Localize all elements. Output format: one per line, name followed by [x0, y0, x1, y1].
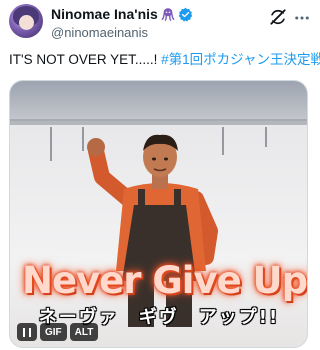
alt-text-button[interactable]: ALT [69, 323, 99, 341]
octopus-icon [161, 8, 175, 21]
tweet-header: Ninomae Ina'nis @ninomaeinanis [0, 0, 316, 46]
media-controls: GIF ALT [17, 323, 99, 341]
author-handle[interactable]: @ninomaeinanis [51, 25, 148, 40]
grok-icon[interactable] [268, 7, 288, 27]
avatar[interactable] [9, 4, 43, 38]
tweet-media-gif[interactable]: Never Give Up!! ネーヴァ ギヴ アップ!! GIF ALT [9, 80, 308, 348]
pause-icon [23, 327, 31, 337]
author-name-line[interactable]: Ninomae Ina'nis [51, 5, 193, 23]
verified-badge-icon [178, 7, 193, 22]
author-display-name[interactable]: Ninomae Ina'nis [51, 6, 158, 22]
avatar-face [19, 15, 34, 30]
tweet-body-text: IT'S NOT OVER YET.....! [9, 52, 162, 67]
gif-badge: GIF [40, 323, 67, 341]
tweet-text: IT'S NOT OVER YET.....! #第1回ポカジャン王決定戦 [9, 51, 320, 69]
hashtag-link[interactable]: #第1回ポカジャン王決定戦 [161, 52, 320, 67]
pause-button[interactable] [17, 323, 37, 341]
gif-caption-english: Never Give Up!! [22, 259, 308, 302]
more-options-icon[interactable] [293, 9, 311, 27]
